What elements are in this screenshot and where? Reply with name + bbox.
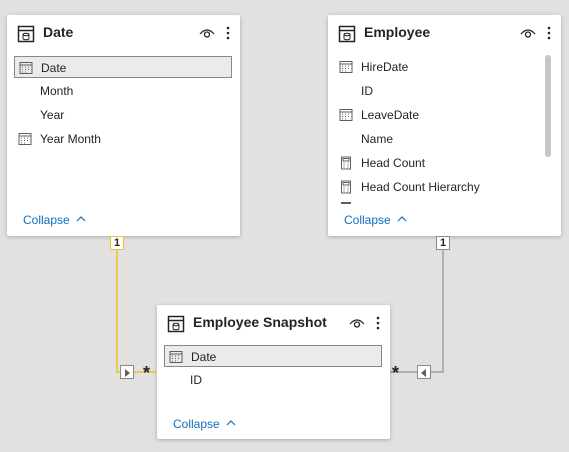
field-label: ID xyxy=(190,373,202,387)
field-id[interactable]: ID xyxy=(164,369,382,391)
date-table-title: Date xyxy=(43,24,74,40)
calendar-icon xyxy=(18,133,32,145)
chevron-up-icon xyxy=(226,420,236,426)
collapse-link[interactable]: Collapse xyxy=(173,417,236,431)
chevron-up-icon xyxy=(397,216,407,222)
field-id[interactable]: ID xyxy=(335,80,540,102)
field-month[interactable]: Month xyxy=(14,80,232,102)
table-icon xyxy=(167,315,185,333)
field-head-count-hierarchy[interactable]: Head Count Hierarchy xyxy=(335,176,540,198)
calendar-icon xyxy=(339,109,353,121)
collapse-link[interactable]: Collapse xyxy=(23,213,86,227)
field-date[interactable]: Date xyxy=(164,345,382,367)
cardinality-many-badge: * xyxy=(392,363,400,383)
cardinality-one-badge: 1 xyxy=(436,236,450,250)
field-label: Date xyxy=(41,61,67,75)
date-table-card[interactable]: Date Date Month Year Year Month Collapse xyxy=(7,15,240,236)
calendar-icon xyxy=(339,61,353,73)
field-year-month[interactable]: Year Month xyxy=(14,128,232,150)
field-leavedate[interactable]: LeaveDate xyxy=(335,104,540,126)
field-label: Name xyxy=(361,132,394,146)
collapse-label: Collapse xyxy=(173,417,220,431)
field-label: Year Month xyxy=(40,132,101,146)
table-icon xyxy=(338,25,356,43)
collapse-label: Collapse xyxy=(23,213,70,227)
field-year[interactable]: Year xyxy=(14,104,232,126)
field-label: Head Count xyxy=(361,156,426,170)
field-head-count[interactable]: Head Count xyxy=(335,152,540,174)
field-label: Head Count Hierarchy xyxy=(361,180,480,194)
scrollbar[interactable] xyxy=(545,55,551,157)
field-label: Year xyxy=(40,108,65,122)
field-label: LeaveDate xyxy=(361,108,420,122)
chevron-up-icon xyxy=(76,216,86,222)
collapse-label: Collapse xyxy=(344,213,391,227)
cardinality-many-badge: * xyxy=(143,363,151,383)
filter-direction-right-icon xyxy=(120,365,134,379)
employee-table-card[interactable]: Employee HireDate ID LeaveDate Name Head… xyxy=(328,15,561,236)
field-label: Date xyxy=(191,350,217,364)
field-hiredate[interactable]: HireDate xyxy=(335,56,540,78)
employee-snapshot-table-title: Employee Snapshot xyxy=(193,314,327,330)
collapse-link[interactable]: Collapse xyxy=(344,213,407,227)
calculator-icon xyxy=(341,180,351,194)
field-label: ID xyxy=(361,84,373,98)
eye-icon[interactable] xyxy=(349,317,365,329)
eye-icon[interactable] xyxy=(520,27,536,39)
filter-direction-left-icon xyxy=(417,365,431,379)
calendar-icon xyxy=(19,62,33,74)
more-options-icon[interactable] xyxy=(375,315,381,331)
table-icon xyxy=(17,25,35,43)
calculator-icon xyxy=(341,156,351,170)
cardinality-one-badge: 1 xyxy=(110,236,124,250)
field-date[interactable]: Date xyxy=(14,56,232,78)
relationship-line-employee-snapshot xyxy=(390,242,444,373)
field-label: Month xyxy=(40,84,74,98)
more-options-icon[interactable] xyxy=(225,25,231,41)
field-label: HireDate xyxy=(361,60,409,74)
relationship-line-date-snapshot xyxy=(116,242,156,373)
employee-snapshot-table-card[interactable]: Employee Snapshot Date ID Collapse xyxy=(157,305,390,439)
employee-table-title: Employee xyxy=(364,24,431,40)
field-overflow-hint xyxy=(341,202,351,204)
eye-icon[interactable] xyxy=(199,27,215,39)
field-name[interactable]: Name xyxy=(335,128,540,150)
more-options-icon[interactable] xyxy=(546,25,552,41)
calendar-icon xyxy=(169,351,183,363)
